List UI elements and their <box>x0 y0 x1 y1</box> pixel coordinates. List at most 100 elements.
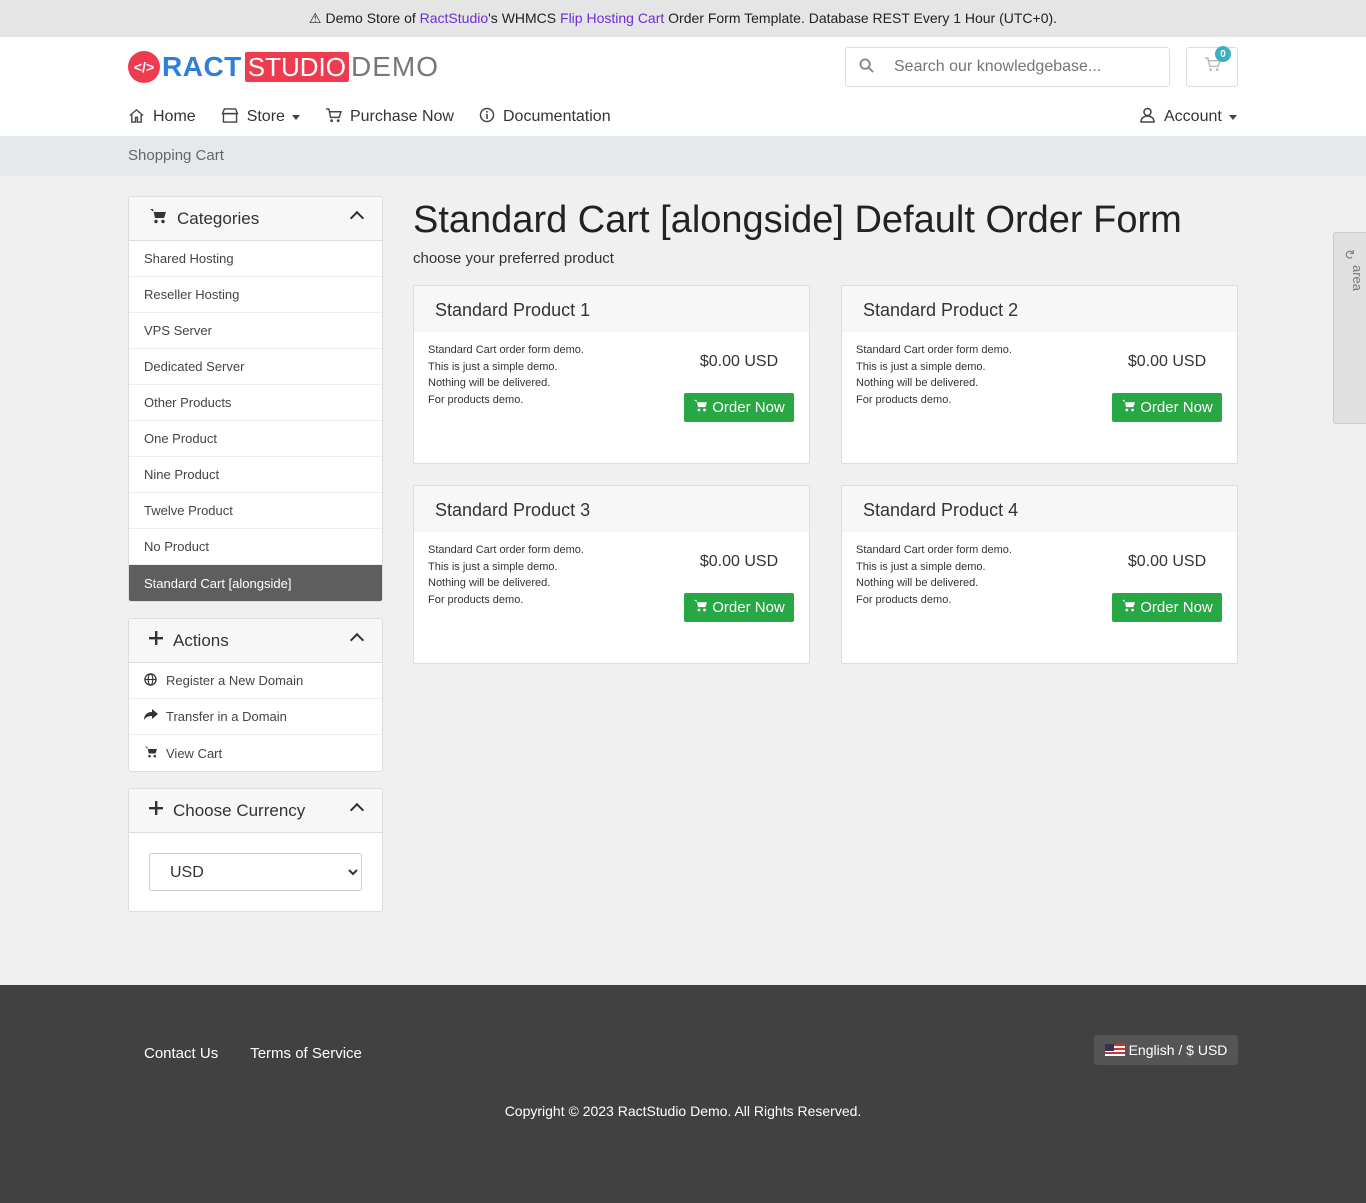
breadcrumb: Shopping Cart <box>0 136 1366 176</box>
action-register-domain[interactable]: Register a New Domain <box>129 663 382 699</box>
nav-purchase-now[interactable]: Purchase Now <box>325 107 454 127</box>
footer-links: Contact Us Terms of Service <box>144 1045 394 1062</box>
nav-documentation[interactable]: Documentation <box>479 107 611 127</box>
share-arrow-icon <box>144 709 164 724</box>
nav-account[interactable]: Account <box>1140 106 1237 128</box>
cart-button[interactable]: 0 <box>1186 46 1238 87</box>
action-view-cart-label: View Cart <box>166 745 223 761</box>
desc-line: This is just a simple demo. <box>428 360 558 373</box>
chevron-up-icon[interactable] <box>349 802 365 818</box>
product-name: Standard Product 4 <box>842 486 1237 532</box>
desc-line: Standard Cart order form demo. <box>428 544 584 556</box>
product-grid: Standard Product 1 Standard Cart order f… <box>413 285 1238 664</box>
category-reseller-hosting[interactable]: Reseller Hosting <box>129 277 382 313</box>
cart-icon <box>1121 599 1136 616</box>
order-now-label: Order Now <box>712 399 785 416</box>
home-icon <box>128 108 145 127</box>
desc-line: Nothing will be delivered. <box>428 577 551 590</box>
nav-home[interactable]: Home <box>128 108 196 127</box>
logo-code-icon: </> <box>128 51 160 83</box>
logo-studio: STUDIO <box>244 52 349 82</box>
header: </> RACT STUDIO DEMO 0 Home Store Purcha… <box>0 37 1366 136</box>
category-vps-server[interactable]: VPS Server <box>129 313 382 349</box>
page-title: Standard Cart [alongside] Default Order … <box>413 199 1182 241</box>
category-standard-cart-alongside[interactable]: Standard Cart [alongside] <box>129 565 382 601</box>
nav-store-label: Store <box>246 108 285 125</box>
product-name: Standard Product 2 <box>842 286 1237 332</box>
store-icon <box>221 107 239 127</box>
cart-icon <box>693 399 708 416</box>
us-flag-icon <box>1104 1044 1125 1056</box>
category-nine-product[interactable]: Nine Product <box>129 457 382 493</box>
footer-contact-link[interactable]: Contact Us <box>144 1045 218 1062</box>
sidebar: Categories Shared Hosting Reseller Hosti… <box>128 196 383 928</box>
order-now-button[interactable]: Order Now <box>1112 593 1222 622</box>
order-now-button[interactable]: Order Now <box>684 593 794 622</box>
product-name: Standard Product 1 <box>414 286 809 332</box>
notice-suffix: Order Form Template. Database REST Every… <box>664 10 1058 26</box>
copyright: Copyright © 2023 RactStudio Demo. All Ri… <box>504 1103 862 1119</box>
product-description: Standard Cart order form demo. This is j… <box>856 542 1111 622</box>
cart-icon <box>149 208 167 229</box>
product-name: Standard Product 3 <box>414 486 809 532</box>
nav-home-label: Home <box>153 108 196 125</box>
nav-account-label: Account <box>1164 108 1222 125</box>
category-other-products[interactable]: Other Products <box>129 385 382 421</box>
order-now-button[interactable]: Order Now <box>1112 393 1222 422</box>
footer-terms-link[interactable]: Terms of Service <box>250 1045 362 1062</box>
globe-icon <box>144 672 164 689</box>
breadcrumb-current: Shopping Cart <box>128 147 224 164</box>
desc-line: Standard Cart order form demo. <box>428 344 584 356</box>
caret-down-icon <box>1228 114 1237 120</box>
cart-icon <box>144 746 164 761</box>
category-shared-hosting[interactable]: Shared Hosting <box>129 241 382 277</box>
logo-ract: RACT <box>162 51 242 82</box>
actions-title: Actions <box>173 630 229 650</box>
category-twelve-product[interactable]: Twelve Product <box>129 493 382 529</box>
order-now-label: Order Now <box>712 599 785 616</box>
action-view-cart[interactable]: View Cart <box>129 735 382 771</box>
caret-down-icon <box>291 114 300 120</box>
logo-demo: DEMO <box>351 51 439 82</box>
page-subtitle: choose your preferred product <box>413 250 614 267</box>
action-transfer-domain-label: Transfer in a Domain <box>166 709 287 724</box>
order-now-button[interactable]: Order Now <box>684 393 794 422</box>
product-description: Standard Cart order form demo. This is j… <box>856 342 1111 422</box>
desc-line: Nothing will be delivered. <box>428 377 551 390</box>
categories-panel-header[interactable]: Categories <box>129 197 382 241</box>
currency-select[interactable]: USD <box>149 853 362 891</box>
plus-icon <box>149 801 163 820</box>
product-price: $0.00 USD <box>1127 353 1207 370</box>
product-price: $0.00 USD <box>699 353 779 370</box>
nav-store[interactable]: Store <box>221 107 300 127</box>
order-now-label: Order Now <box>1140 599 1213 616</box>
demo-notice-bar: ⚠ Demo Store of RactStudio's WHMCS Flip H… <box>0 0 1366 37</box>
chevron-up-icon[interactable] <box>349 632 365 648</box>
currency-panel: Choose Currency USD <box>128 788 383 912</box>
category-one-product[interactable]: One Product <box>129 421 382 457</box>
currency-title: Choose Currency <box>173 800 306 820</box>
admin-tab-text: Return to admin area <box>1350 265 1366 300</box>
desc-line: For products demo. <box>428 594 524 607</box>
product-card: Standard Product 4 Standard Cart order f… <box>841 485 1238 664</box>
product-price: $0.00 USD <box>699 553 779 570</box>
knowledgebase-search <box>845 47 1170 87</box>
actions-panel-header[interactable]: Actions <box>129 619 382 663</box>
chevron-up-icon[interactable] <box>349 210 365 226</box>
category-no-product[interactable]: No Product <box>129 529 382 565</box>
desc-line: For products demo. <box>856 394 952 407</box>
search-input[interactable] <box>894 58 1154 76</box>
action-transfer-domain[interactable]: Transfer in a Domain <box>129 699 382 735</box>
language-currency-button[interactable]: English / $ USD <box>1094 1035 1238 1065</box>
flip-hosting-cart-link[interactable]: Flip Hosting Cart <box>560 10 664 26</box>
return-to-admin-tab[interactable]: ↻ Return to admin area <box>1333 232 1366 424</box>
category-dedicated-server[interactable]: Dedicated Server <box>129 349 382 385</box>
product-price: $0.00 USD <box>1127 553 1207 570</box>
ractstudio-link[interactable]: RactStudio <box>420 10 488 26</box>
footer: Contact Us Terms of Service English / $ … <box>0 985 1366 1203</box>
search-icon[interactable] <box>846 57 886 77</box>
currency-panel-header[interactable]: Choose Currency <box>129 789 382 833</box>
product-description: Standard Cart order form demo. This is j… <box>428 542 683 622</box>
site-logo[interactable]: </> RACT STUDIO DEMO <box>128 51 439 83</box>
product-description: Standard Cart order form demo. This is j… <box>428 342 683 422</box>
